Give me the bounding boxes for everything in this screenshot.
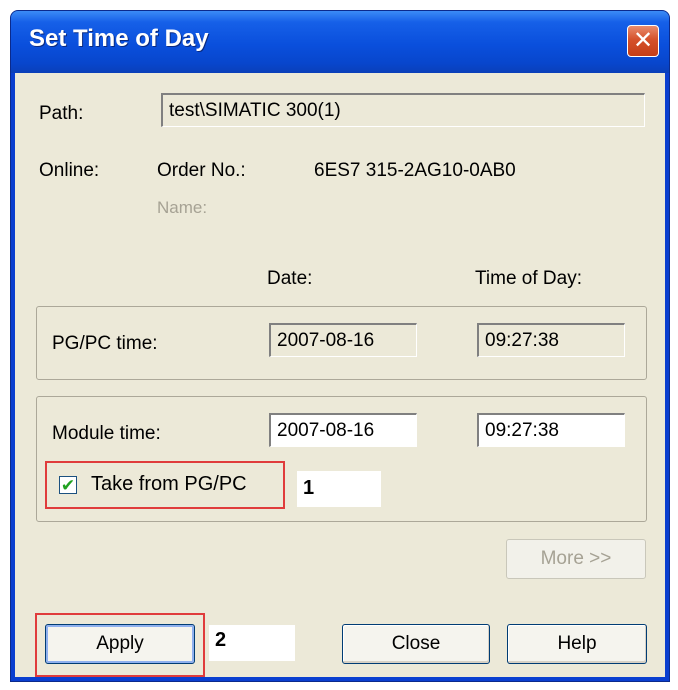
more-button[interactable]: More >>: [506, 539, 646, 579]
title-bar[interactable]: Set Time of Day ✕: [11, 11, 669, 73]
take-from-pgpc-label[interactable]: Take from PG/PC: [91, 473, 247, 496]
online-label: Online:: [39, 160, 100, 181]
module-name-label: Name:: [157, 198, 208, 217]
order-number-label: Order No.:: [157, 160, 246, 181]
help-button[interactable]: Help: [507, 624, 647, 664]
dialog-title: Set Time of Day: [29, 25, 209, 52]
checkmark-icon: ✔: [60, 475, 76, 495]
pgpc-time-label: PG/PC time:: [52, 333, 158, 354]
annotation-marker-2: 2: [209, 625, 295, 661]
pgpc-time-field: 09:27:38: [477, 323, 625, 357]
date-column-header: Date:: [267, 268, 313, 289]
path-field: test\SIMATIC 300(1): [161, 93, 645, 127]
path-label: Path:: [39, 103, 84, 124]
close-window-button[interactable]: ✕: [627, 25, 659, 57]
pgpc-date-field: 2007-08-16: [269, 323, 417, 357]
annotation-marker-1: 1: [297, 471, 381, 507]
apply-button[interactable]: Apply: [45, 624, 195, 664]
module-time-label: Module time:: [52, 423, 161, 444]
module-date-field[interactable]: 2007-08-16: [269, 413, 417, 447]
set-time-dialog: Set Time of Day ✕ Path: test\SIMATIC 300…: [10, 10, 670, 682]
pgpc-time-group: PG/PC time: 2007-08-16 09:27:38: [36, 306, 647, 380]
dialog-body: Path: test\SIMATIC 300(1) Online: Order …: [15, 73, 665, 677]
take-from-pgpc-checkbox[interactable]: ✔: [59, 476, 77, 494]
close-button[interactable]: Close: [342, 624, 490, 664]
close-icon: ✕: [632, 27, 654, 54]
order-number-value: 6ES7 315-2AG10-0AB0: [314, 160, 516, 181]
time-column-header: Time of Day:: [475, 268, 582, 289]
module-time-field[interactable]: 09:27:38: [477, 413, 625, 447]
